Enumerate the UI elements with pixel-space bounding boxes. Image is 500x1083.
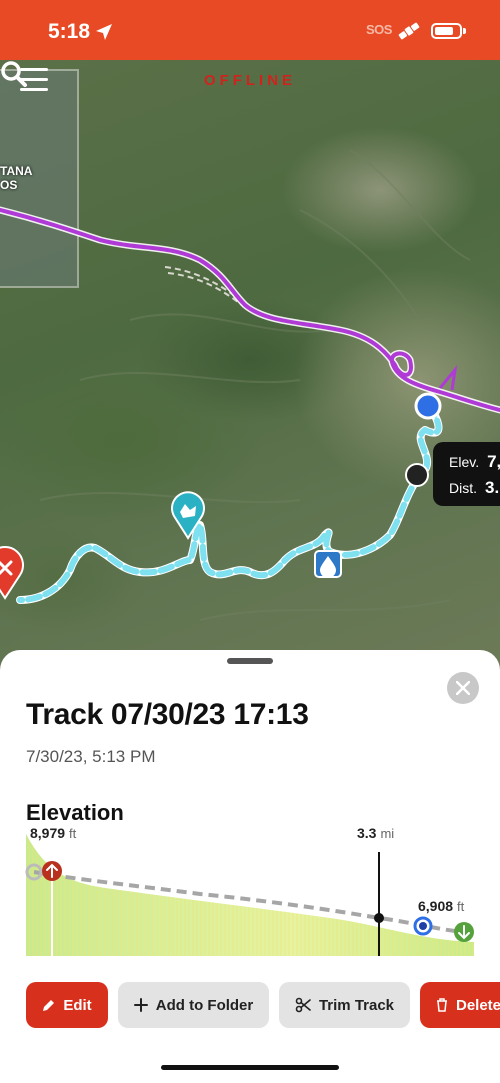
start-elevation-value: 8,979 <box>30 825 66 841</box>
edit-button[interactable]: Edit <box>26 982 108 1028</box>
high-point-icon <box>42 861 62 881</box>
end-elevation-value: 6,908 <box>418 898 454 914</box>
track-cursor-marker <box>405 463 429 487</box>
map-area-label-line1: TANA <box>0 164 33 178</box>
readout-elev-value: 7, <box>487 452 500 471</box>
trim-track-button[interactable]: Trim Track <box>279 982 410 1028</box>
status-time: 5:18 <box>48 20 91 43</box>
satellite-icon <box>398 22 420 40</box>
plus-icon <box>133 998 148 1012</box>
start-elevation-label: 8,979 ft <box>30 825 76 841</box>
end-elevation-label: 6,908 ft <box>418 898 464 914</box>
trash-icon <box>436 998 448 1012</box>
water-icon <box>314 550 342 578</box>
track-end-marker <box>414 392 442 420</box>
map-area-label-line2: OS <box>0 178 18 192</box>
elevation-profile <box>25 834 474 956</box>
battery-icon <box>431 23 462 39</box>
low-point-icon <box>454 922 474 942</box>
track-details-sheet: Track 07/30/23 17:13 7/30/23, 5:13 PM El… <box>0 650 500 1083</box>
trim-track-label: Trim Track <box>318 996 395 1014</box>
readout-dist: Dist. 3. <box>449 478 499 498</box>
end-elevation-unit: ft <box>457 899 465 914</box>
add-to-folder-button[interactable]: Add to Folder <box>118 982 269 1028</box>
cursor-distance-unit: mi <box>380 826 395 841</box>
action-bar: Edit Add to Folder Trim Track Delete <box>0 982 500 1030</box>
sos-indicator: SOS <box>366 22 392 37</box>
battery-tip <box>463 28 466 34</box>
map-top-bar: OFFLINE <box>0 60 500 110</box>
map-area-label: TANA OS <box>0 164 32 192</box>
gps-track <box>16 401 443 604</box>
scissors-icon <box>295 997 311 1013</box>
add-to-folder-label: Add to Folder <box>155 996 254 1014</box>
track-title: Track 07/30/23 17:13 <box>26 698 309 731</box>
elevation-readout: Elev. 7, Dist. 3. <box>433 442 500 506</box>
edit-button-label: Edit <box>63 996 92 1014</box>
map-view[interactable]: OFFLINE TANA OS Elev. 7, Dist. 3. <box>0 60 500 680</box>
location-arrow-icon <box>96 24 112 40</box>
battery-level <box>435 27 453 35</box>
readout-elev: Elev. 7, <box>449 452 500 472</box>
cursor-distance-label: 3.3 mi <box>357 825 394 841</box>
elevation-chart[interactable]: 8,979 ft 3.3 mi 6,908 ft <box>0 825 500 960</box>
status-bar: 5:18 SOS <box>0 0 500 60</box>
pencil-icon <box>42 999 55 1012</box>
track-date: 7/30/23, 5:13 PM <box>26 747 156 766</box>
cursor-distance-value: 3.3 <box>357 825 377 841</box>
close-icon <box>456 681 470 695</box>
delete-button[interactable]: Delete <box>420 982 500 1028</box>
home-indicator <box>161 1065 339 1070</box>
sheet-drag-handle[interactable] <box>227 658 273 664</box>
delete-button-label: Delete <box>456 996 500 1014</box>
start-marker-icon <box>0 546 24 600</box>
map-overlay <box>0 69 500 621</box>
search-icon[interactable] <box>0 60 28 88</box>
readout-dist-value: 3. <box>485 478 500 497</box>
start-elevation-unit: ft <box>69 826 77 841</box>
close-button[interactable] <box>447 672 479 704</box>
elevation-heading: Elevation <box>26 800 124 825</box>
readout-dist-label: Dist. <box>449 480 477 496</box>
offline-label: OFFLINE <box>203 72 297 89</box>
readout-elev-label: Elev. <box>449 454 480 470</box>
